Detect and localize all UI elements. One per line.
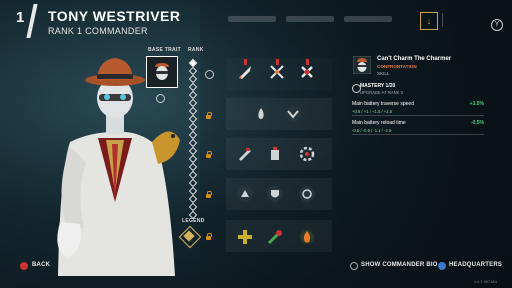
skill-accent — [306, 59, 309, 65]
selected-skill-icon — [353, 56, 371, 74]
turret-skill-icon[interactable] — [236, 185, 254, 203]
header-divider — [442, 13, 443, 27]
commander-tabs — [228, 16, 392, 22]
commander-rank: RANK 1 COMMANDER — [48, 26, 148, 36]
skill-type: CONFRONTATION — [377, 64, 417, 69]
headquarters-button[interactable]: HEADQUARTERS — [449, 262, 502, 268]
crossed-arrows-skill-icon[interactable] — [268, 63, 286, 81]
commander-name: TONY WESTRIVER — [48, 8, 181, 24]
stat-divider — [352, 115, 484, 116]
base-trait-skill[interactable] — [146, 56, 178, 88]
fire-skill-icon[interactable] — [298, 228, 316, 246]
crossed-tools-skill-icon[interactable] — [298, 63, 316, 81]
canister-skill-icon[interactable] — [266, 145, 284, 163]
row-4-lock-icon — [206, 191, 212, 198]
stick-button-icon — [350, 262, 358, 270]
skill-category: SKILL — [377, 71, 390, 76]
flame-skill-icon[interactable] — [252, 105, 270, 123]
gun-skill-icon[interactable] — [236, 145, 254, 163]
commander-face-icon — [155, 63, 169, 80]
base-trait-label: BASE TRAIT — [148, 47, 181, 53]
y-button-icon[interactable]: Y — [491, 19, 503, 31]
gear-skill-icon[interactable] — [298, 145, 316, 163]
chevron-skill-icon[interactable] — [284, 105, 302, 123]
mastery-upgrade-hint: UPGRADE AT RANK 3 — [360, 90, 403, 95]
row-1-clock-icon — [205, 70, 214, 79]
stat-progression: +0.5 / +1 / +1.5 / +2.5 — [352, 109, 393, 114]
commander-slot-number: 1 — [16, 9, 25, 26]
row-3-lock-icon — [206, 151, 212, 158]
repair-cross-skill-icon[interactable] — [236, 228, 254, 246]
skill-accent — [276, 59, 279, 65]
rank-shield-icon[interactable]: ↓ — [420, 12, 438, 30]
stat-value: -0.5% — [470, 120, 484, 126]
b-button-icon — [20, 262, 28, 270]
stat-value: +3.5% — [469, 101, 484, 107]
tab-2[interactable] — [286, 16, 334, 22]
row-2-lock-icon — [206, 112, 212, 119]
rocket-skill-icon[interactable] — [236, 63, 254, 81]
skill-row-2 — [226, 98, 332, 130]
stat-divider — [352, 134, 484, 135]
tab-1[interactable] — [228, 16, 276, 22]
rank-label: RANK — [188, 47, 204, 53]
stat-label: Main battery traverse speed — [352, 101, 414, 107]
mastery-level: MASTERY 1/20 — [360, 83, 396, 89]
skill-accent — [244, 59, 247, 65]
version-label: v.4.7.907184 — [474, 279, 497, 284]
base-trait-mastery-clock-icon — [156, 94, 165, 103]
show-commander-bio-button[interactable]: SHOW COMMANDER BIO — [361, 262, 438, 268]
stat-label: Main battery reload time — [352, 120, 406, 126]
explosion-skill-icon[interactable] — [266, 228, 284, 246]
tab-3[interactable] — [344, 16, 392, 22]
x-button-icon — [438, 262, 446, 270]
shield-skill-icon[interactable] — [266, 185, 284, 203]
row-5-lock-icon — [206, 233, 212, 240]
target-skill-icon[interactable] — [298, 185, 316, 203]
stat-progression: -0.5 / -0.9 / -1.1 / -2.5 — [352, 128, 392, 133]
back-button[interactable]: BACK — [32, 262, 50, 268]
skill-title: Can't Charm The Charmer — [377, 56, 452, 62]
